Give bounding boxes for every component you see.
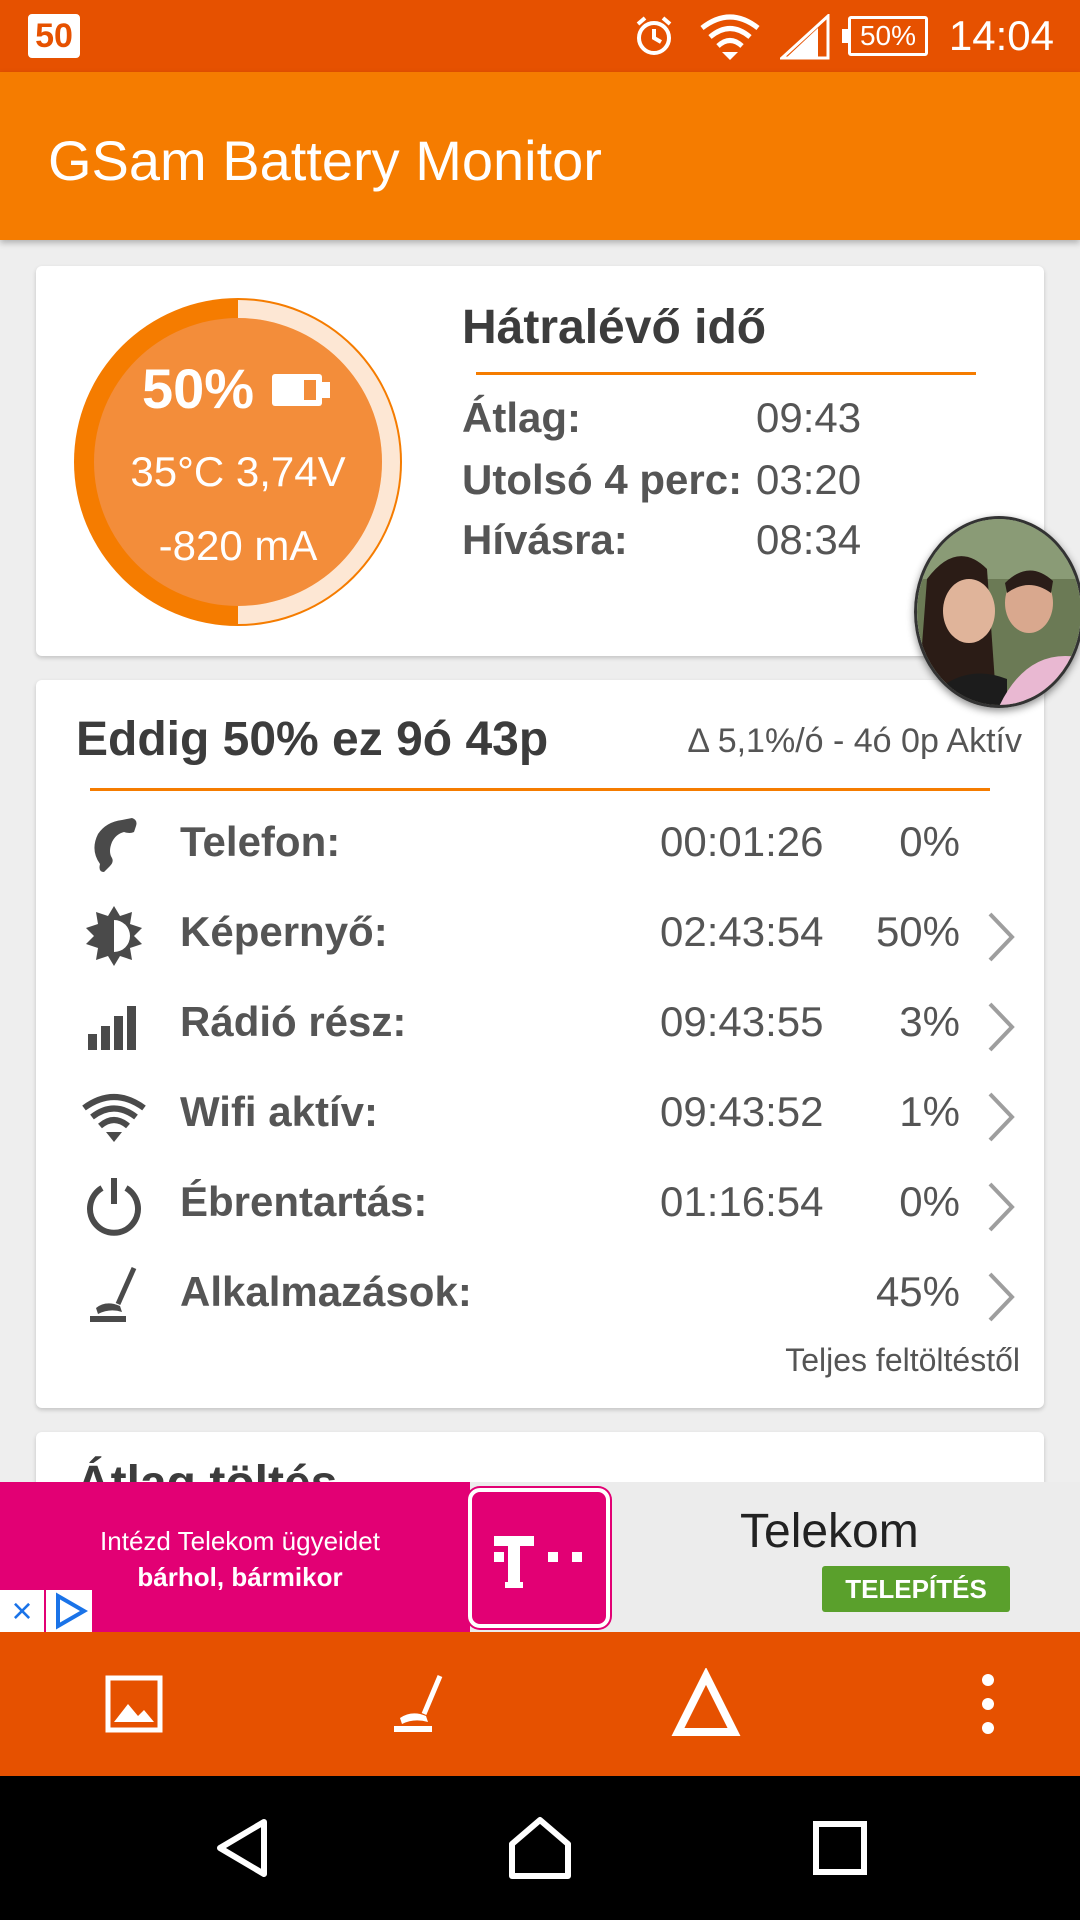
- power-icon: [87, 1178, 141, 1236]
- usage-rate: Δ 5,1%/ó - 4ó 0p Aktív: [687, 722, 1022, 760]
- back-icon[interactable]: [206, 1812, 278, 1884]
- usage-title: Eddig 50% ez 9ó 43p: [76, 713, 549, 766]
- warning-triangle-icon[interactable]: [670, 1668, 742, 1740]
- remaining-average-label: Átlag:: [462, 394, 581, 441]
- alarm-icon: [636, 16, 672, 55]
- usage-row-phone[interactable]: Telefon: 00:01:26 0%: [36, 800, 1044, 890]
- broom-icon[interactable]: [384, 1668, 456, 1740]
- ad-banner[interactable]: Intézd Telekom ügyeidet bárhol, bármikor…: [0, 1482, 1080, 1632]
- status-time: 14:04: [948, 12, 1054, 59]
- chevron-right-icon[interactable]: [984, 910, 1018, 964]
- usage-label: Telefon:: [180, 818, 341, 865]
- divider: [90, 788, 990, 791]
- system-nav-bar: [0, 1776, 1080, 1920]
- ad-choices-icon[interactable]: [46, 1590, 92, 1632]
- ad-install-button[interactable]: TELEPÍTÉS: [822, 1566, 1010, 1612]
- usage-percent: 0%: [899, 1178, 960, 1225]
- ad-text-line1: Intézd Telekom ügyeidet: [100, 1526, 380, 1556]
- usage-row-wakelock[interactable]: Ébrentartás: 01:16:54 0%: [36, 1160, 1044, 1250]
- telekom-logo: [468, 1488, 610, 1628]
- usage-row-radio[interactable]: Rádió rész: 09:43:55 3%: [36, 980, 1044, 1070]
- temperature-voltage: 35°C 3,74V: [130, 448, 346, 495]
- recents-icon[interactable]: [804, 1812, 876, 1884]
- usage-percent: 1%: [899, 1088, 960, 1135]
- remaining-last4min-label: Utolsó 4 perc:: [462, 456, 743, 503]
- wifi-icon: [700, 14, 760, 60]
- ad-brand: Telekom: [740, 1505, 919, 1558]
- battery-summary-card[interactable]: 50% 35°C 3,74V -820 mA Hátralévő idő Átl…: [36, 266, 1044, 656]
- usage-row-screen[interactable]: Képernyő: 02:43:54 50%: [36, 890, 1044, 980]
- ad-text-line2: bárhol, bármikor: [137, 1562, 343, 1592]
- remaining-average-value: 09:43: [756, 394, 862, 441]
- usage-label: Rádió rész:: [180, 998, 407, 1045]
- usage-label: Képernyő:: [180, 908, 388, 955]
- home-icon[interactable]: [504, 1812, 576, 1884]
- chevron-right-icon[interactable]: [984, 1270, 1018, 1324]
- battery-charging-icon: [272, 374, 330, 406]
- usage-time: 09:43:52: [660, 1088, 824, 1135]
- apps-broom-icon: [90, 1266, 137, 1322]
- usage-row-apps[interactable]: Alkalmazások: 45%: [36, 1250, 1044, 1340]
- signal-icon: [780, 14, 830, 60]
- usage-label: Ébrentartás:: [180, 1178, 428, 1225]
- usage-percent: 3%: [899, 998, 960, 1045]
- usage-time: 02:43:54: [660, 908, 824, 955]
- usage-card[interactable]: Eddig 50% ez 9ó 43p Δ 5,1%/ó - 4ó 0p Akt…: [36, 680, 1044, 1408]
- remaining-last4min-value: 03:20: [756, 456, 862, 503]
- usage-percent: 45%: [875, 1268, 960, 1315]
- signal-bars-icon: [88, 1006, 136, 1050]
- usage-time: 00:01:26: [660, 818, 824, 865]
- app-bar: GSam Battery Monitor: [0, 72, 1080, 240]
- usage-percent: 50%: [875, 908, 960, 955]
- divider: [476, 372, 976, 375]
- app-title: GSam Battery Monitor: [48, 129, 602, 192]
- screen-brightness-icon: [86, 906, 142, 966]
- usage-label: Alkalmazások:: [180, 1268, 472, 1315]
- status-bar: 50 50% 14:04: [0, 0, 1080, 72]
- usage-row-wifi[interactable]: Wifi aktív: 09:43:52 1%: [36, 1070, 1044, 1160]
- remaining-calls-value: 08:34: [756, 516, 862, 563]
- usage-percent: 0%: [899, 818, 960, 865]
- remaining-calls-label: Hívásra:: [462, 516, 628, 563]
- chat-head-avatar[interactable]: [914, 516, 1080, 708]
- battery-current: -820 mA: [158, 522, 318, 569]
- avatar-photo: [917, 519, 1080, 705]
- more-vert-icon[interactable]: [952, 1668, 1024, 1740]
- usage-time: 09:43:55: [660, 998, 824, 1045]
- notification-badge: 50: [28, 14, 80, 58]
- usage-footer: Teljes feltöltéstől: [785, 1342, 1020, 1378]
- wifi-icon: [82, 1094, 146, 1142]
- chevron-right-icon[interactable]: [984, 1090, 1018, 1144]
- bottom-toolbar: [0, 1632, 1080, 1776]
- ad-close-icon[interactable]: ×: [0, 1590, 44, 1632]
- battery-icon: 50%: [842, 16, 928, 56]
- battery-gauge[interactable]: 50% 35°C 3,74V -820 mA: [72, 296, 404, 628]
- ad-choices-triangle-icon: [56, 1592, 89, 1630]
- image-icon[interactable]: [98, 1668, 170, 1740]
- chevron-right-icon[interactable]: [984, 1180, 1018, 1234]
- remaining-time-title: Hátralévő idő: [462, 301, 767, 354]
- usage-time: 01:16:54: [660, 1178, 824, 1225]
- usage-label: Wifi aktív:: [180, 1088, 378, 1135]
- chevron-right-icon[interactable]: [984, 1000, 1018, 1054]
- phone-icon: [94, 818, 137, 872]
- telekom-t-icon: [494, 1536, 582, 1588]
